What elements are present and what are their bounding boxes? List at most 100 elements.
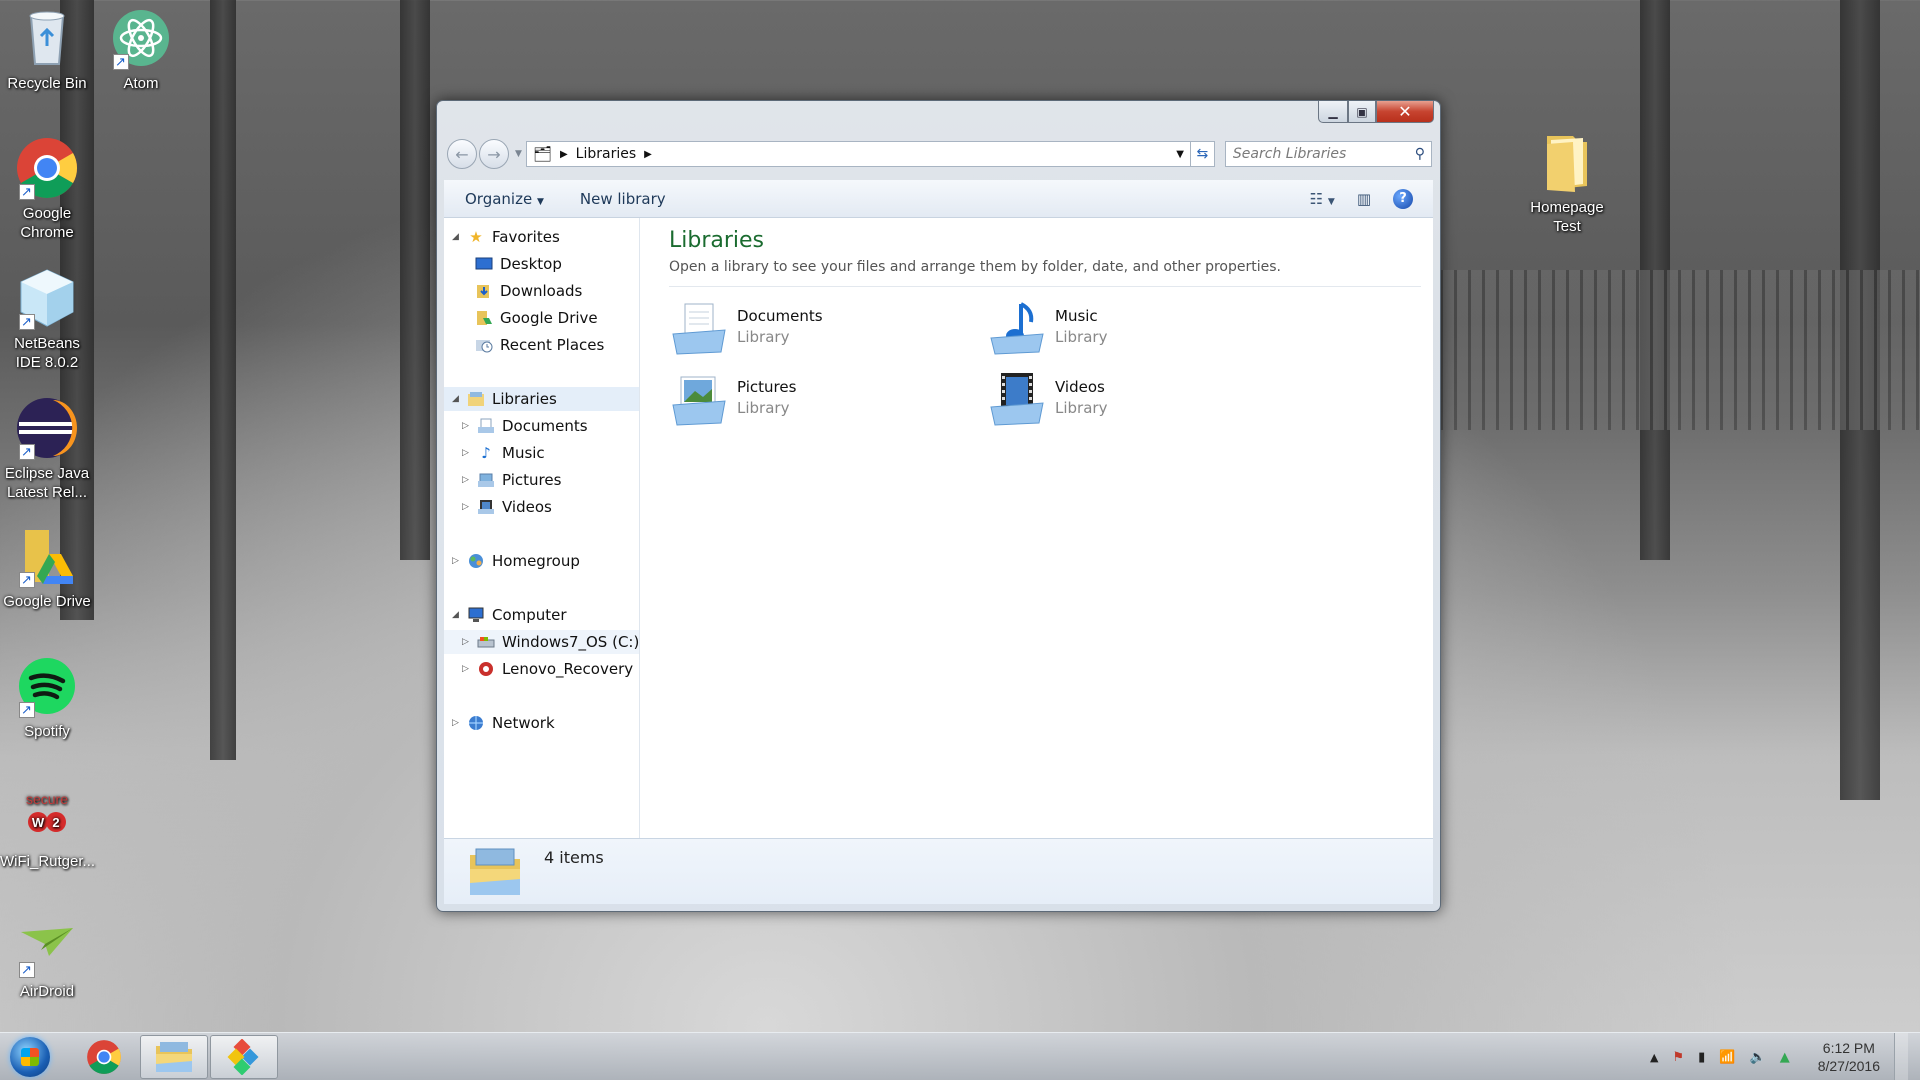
nav-item-desktop[interactable]: Desktop: [474, 252, 562, 276]
search-input[interactable]: Search Libraries ⚲: [1224, 141, 1432, 167]
desktop-icon-wifi-rutgers[interactable]: secure W 2 WiFi_Rutger...: [0, 784, 95, 871]
forward-arrow-icon: →: [487, 144, 501, 164]
system-tray: ▲ ⚑ ▮ 📶 🔈 ▲ 6:12 PM 8/27/2016: [1650, 1033, 1920, 1080]
nav-label: Desktop: [500, 255, 562, 273]
svg-text:2: 2: [52, 815, 59, 830]
organize-button[interactable]: Organize ▼: [465, 190, 544, 208]
back-button[interactable]: ←: [447, 139, 477, 169]
library-item-documents[interactable]: Documents Library: [669, 300, 823, 356]
recent-places-icon: [474, 336, 494, 354]
caption-buttons: ▁ ▣ ✕: [1318, 101, 1434, 123]
action-center-icon[interactable]: ⚑: [1673, 1050, 1685, 1065]
show-desktop-button[interactable]: [1894, 1033, 1908, 1080]
chrome-icon: [15, 136, 79, 201]
svg-text:secure: secure: [26, 791, 68, 807]
desktop-icon: [474, 255, 494, 273]
homegroup-icon: [466, 552, 486, 570]
desktop-icon-google-drive[interactable]: Google Drive: [0, 524, 94, 611]
minimize-button[interactable]: ▁: [1318, 101, 1348, 123]
desktop-icon-atom[interactable]: Atom: [94, 6, 188, 93]
taskbar-explorer[interactable]: [140, 1035, 208, 1079]
expand-arrow-icon[interactable]: ▷: [462, 637, 476, 647]
breadcrumb-separator-icon[interactable]: ▶: [560, 149, 568, 160]
library-item-music[interactable]: Music Library: [987, 300, 1107, 356]
desktop-icon-airdroid[interactable]: AirDroid: [0, 914, 94, 1001]
clock[interactable]: 6:12 PM 8/27/2016: [1818, 1039, 1880, 1075]
breadcrumb-libraries[interactable]: Libraries: [576, 146, 636, 162]
nav-item-recent-places[interactable]: Recent Places: [474, 333, 604, 357]
expand-arrow-icon[interactable]: ▷: [462, 664, 476, 674]
expand-arrow-icon[interactable]: ▷: [452, 718, 466, 728]
preview-pane-button[interactable]: ▥: [1357, 190, 1371, 208]
nav-item-google-drive[interactable]: Google Drive: [474, 306, 598, 330]
expand-arrow-icon[interactable]: ▷: [462, 421, 476, 431]
close-button[interactable]: ✕: [1376, 101, 1434, 123]
desktop-icon-label: Homepage Test: [1530, 199, 1604, 235]
collapse-arrow-icon[interactable]: ◢: [452, 610, 466, 620]
nav-item-music[interactable]: ▷ ♪ Music: [462, 441, 545, 465]
nav-item-windows7-os-drive[interactable]: ▷ Windows7_OS (C:): [444, 630, 639, 654]
taskbar-app[interactable]: [210, 1035, 278, 1079]
nav-item-lenovo-recovery-drive[interactable]: ▷ Lenovo_Recovery (Q:: [462, 657, 639, 681]
collapse-arrow-icon[interactable]: ◢: [452, 394, 466, 404]
start-button[interactable]: [10, 1037, 50, 1077]
help-button[interactable]: ?: [1393, 188, 1413, 209]
network-signal-icon[interactable]: 📶: [1719, 1050, 1735, 1065]
nav-item-network[interactable]: ▷ Network: [452, 711, 555, 735]
nav-item-downloads[interactable]: Downloads: [474, 279, 582, 303]
new-library-button[interactable]: New library: [580, 190, 666, 208]
recycle-bin-icon: [15, 6, 79, 70]
taskbar-chrome[interactable]: [70, 1035, 138, 1079]
nav-item-documents[interactable]: ▷ Documents: [462, 414, 588, 438]
volume-icon[interactable]: 🔈: [1750, 1050, 1766, 1065]
fence: [1440, 270, 1920, 430]
music-library-icon: [987, 300, 1047, 356]
library-item-pictures[interactable]: Pictures Library: [669, 371, 796, 427]
desktop-icon-label: Spotify: [24, 723, 70, 740]
show-hidden-icons-button[interactable]: ▲: [1650, 1051, 1658, 1064]
collapse-arrow-icon[interactable]: ◢: [452, 232, 466, 242]
shortcut-arrow-icon: [19, 442, 35, 461]
desktop-icon-recycle-bin[interactable]: Recycle Bin: [0, 6, 94, 93]
explorer-window[interactable]: ▁ ▣ ✕ ← → ▼ 🗂 ▶ Libraries ▶ ▼ ⇆ Search L…: [436, 100, 1441, 912]
nav-item-homegroup[interactable]: ▷ Homegroup: [452, 549, 580, 573]
address-dropdown-icon[interactable]: ▼: [1176, 149, 1184, 160]
organize-label: Organize: [465, 189, 533, 208]
securew2-icon: secure W 2: [15, 784, 79, 848]
forward-button[interactable]: →: [479, 139, 509, 169]
expand-arrow-icon[interactable]: ▷: [452, 556, 466, 566]
nav-item-libraries[interactable]: ◢ Libraries: [444, 387, 639, 411]
library-item-videos[interactable]: Videos Library: [987, 371, 1107, 427]
change-view-button[interactable]: ☷ ▼: [1310, 190, 1335, 208]
expand-arrow-icon[interactable]: ▷: [462, 475, 476, 485]
shortcut-arrow-icon: [19, 182, 35, 201]
recent-pages-dropdown[interactable]: ▼: [515, 149, 522, 159]
library-name: Videos: [1055, 378, 1105, 396]
google-drive-tray-icon[interactable]: ▲: [1780, 1050, 1790, 1065]
desktop-icon-netbeans[interactable]: NetBeans IDE 8.0.2: [0, 266, 94, 372]
desktop-icon-eclipse[interactable]: Eclipse Java Latest Rel...: [0, 396, 94, 502]
refresh-button[interactable]: ⇆: [1190, 141, 1215, 167]
navigation-pane[interactable]: ◢ ★ Favorites Desktop Downloads Google D…: [444, 218, 640, 841]
atom-icon: [109, 6, 173, 71]
breadcrumb-separator-icon[interactable]: ▶: [644, 149, 652, 160]
nav-item-favorites[interactable]: ◢ ★ Favorites: [452, 225, 560, 249]
nav-item-pictures[interactable]: ▷ Pictures: [462, 468, 561, 492]
address-bar[interactable]: 🗂 ▶ Libraries ▶ ▼: [525, 141, 1191, 167]
expand-arrow-icon[interactable]: ▷: [462, 448, 476, 458]
library-type: Library: [1055, 328, 1108, 346]
expand-arrow-icon[interactable]: ▷: [462, 502, 476, 512]
nav-label: Network: [492, 714, 555, 732]
battery-icon[interactable]: ▮: [1698, 1050, 1705, 1065]
nav-item-computer[interactable]: ◢ Computer: [452, 603, 567, 627]
libraries-folder-icon: 🗂: [532, 145, 552, 163]
chevron-down-icon: ▼: [1327, 196, 1335, 207]
star-icon: ★: [469, 228, 483, 246]
desktop-icon-spotify[interactable]: Spotify: [0, 654, 94, 741]
nav-item-videos[interactable]: ▷ Videos: [462, 495, 552, 519]
diamond-app-icon: [227, 1039, 259, 1075]
desktop-icon-chrome[interactable]: Google Chrome: [0, 136, 94, 242]
maximize-button[interactable]: ▣: [1348, 101, 1376, 123]
desktop-icon-homepage-test[interactable]: Homepage Test: [1520, 130, 1614, 236]
minimize-icon: ▁: [1328, 104, 1338, 119]
